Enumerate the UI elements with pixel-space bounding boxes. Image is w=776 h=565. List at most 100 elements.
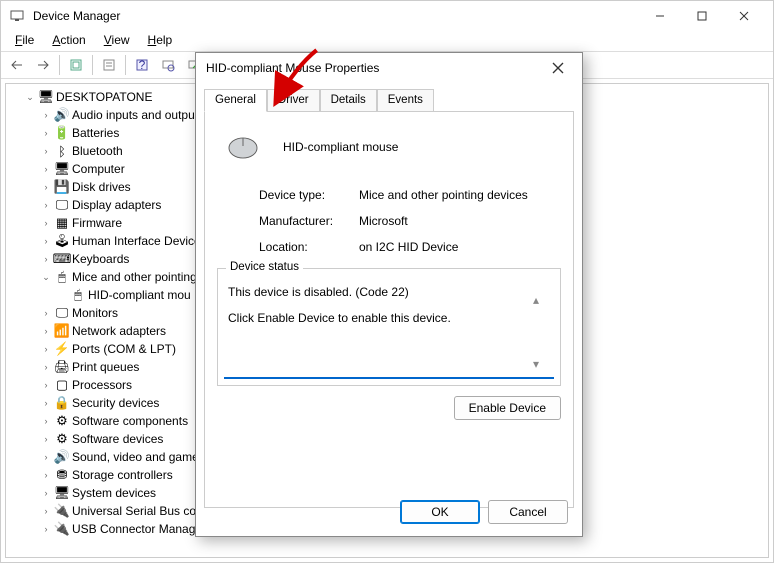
chevron-icon[interactable]: › — [40, 505, 52, 517]
tree-label: Security devices — [72, 396, 159, 410]
show-hidden-button[interactable] — [64, 53, 88, 77]
chevron-icon[interactable]: › — [40, 109, 52, 121]
chevron-icon[interactable]: › — [40, 127, 52, 139]
menu-help[interactable]: Help — [140, 31, 181, 51]
chevron-icon[interactable]: › — [40, 433, 52, 445]
device-type-label: Device type: — [259, 188, 359, 202]
chevron-icon[interactable]: › — [40, 199, 52, 211]
chevron-icon[interactable]: › — [40, 451, 52, 463]
tree-label: Print queues — [72, 360, 139, 374]
tree-label: Human Interface Device — [72, 234, 201, 248]
chevron-icon[interactable]: › — [40, 163, 52, 175]
chevron-icon[interactable]: › — [40, 343, 52, 355]
category-icon: 🕹 — [54, 233, 70, 249]
dialog-title: HID-compliant Mouse Properties — [206, 61, 379, 75]
properties-dialog: HID-compliant Mouse Properties GeneralDr… — [195, 52, 583, 537]
chevron-icon[interactable]: ⌄ — [40, 271, 52, 283]
chevron-icon[interactable]: › — [40, 307, 52, 319]
tab-driver[interactable]: Driver — [267, 89, 320, 112]
chevron-icon[interactable]: › — [40, 469, 52, 481]
menu-action[interactable]: Action — [44, 31, 93, 51]
category-icon: ▦ — [54, 215, 70, 231]
device-type-value: Mice and other pointing devices — [359, 188, 528, 202]
tree-label: Ports (COM & LPT) — [72, 342, 176, 356]
chevron-icon[interactable]: › — [40, 217, 52, 229]
category-icon: 🖥 — [54, 485, 70, 501]
chevron-icon[interactable]: › — [40, 325, 52, 337]
chevron-icon[interactable]: › — [40, 181, 52, 193]
category-icon: 💾 — [54, 179, 70, 195]
mouse-icon: 🖱 — [70, 287, 86, 303]
device-status-legend: Device status — [226, 261, 303, 273]
chevron-icon[interactable]: › — [40, 397, 52, 409]
tree-label: Mice and other pointing — [72, 270, 197, 284]
chevron-icon[interactable]: › — [40, 415, 52, 427]
category-icon: 🖨 — [54, 359, 70, 375]
tree-label: Network adapters — [72, 324, 166, 338]
tab-panel-general: HID-compliant mouse Device type: Mice an… — [204, 111, 574, 508]
chevron-icon[interactable]: › — [40, 253, 52, 265]
tree-label: Computer — [72, 162, 125, 176]
tree-label: Keyboards — [72, 252, 129, 266]
scan-button[interactable] — [156, 53, 180, 77]
tree-label: Display adapters — [72, 198, 161, 212]
chevron-icon[interactable]: › — [40, 361, 52, 373]
properties-button[interactable] — [97, 53, 121, 77]
category-icon: 🖵 — [54, 305, 70, 321]
minimize-button[interactable] — [639, 2, 681, 30]
chevron-icon[interactable]: › — [40, 235, 52, 247]
mouse-icon — [223, 130, 263, 164]
category-icon: ᛒ — [54, 143, 70, 159]
tree-root-label: DESKTOPATONE — [56, 90, 152, 104]
tree-label: Software components — [72, 414, 188, 428]
category-icon: 🔌 — [54, 503, 70, 519]
dialog-titlebar: HID-compliant Mouse Properties — [196, 53, 582, 83]
location-value: on I2C HID Device — [359, 240, 458, 254]
category-icon: ▢ — [54, 377, 70, 393]
tree-label: Disk drives — [72, 180, 131, 194]
enable-device-button[interactable]: Enable Device — [454, 396, 561, 420]
menu-view[interactable]: View — [96, 31, 138, 51]
tree-label: HID-compliant mou — [88, 288, 191, 302]
close-button[interactable] — [723, 2, 765, 30]
back-button[interactable] — [5, 53, 29, 77]
category-icon: 🔊 — [54, 107, 70, 123]
category-icon: 🔋 — [54, 125, 70, 141]
tab-events[interactable]: Events — [377, 89, 434, 112]
menubar: FileActionViewHelp — [1, 31, 773, 51]
window-title: Device Manager — [33, 9, 120, 23]
device-status-text[interactable]: This device is disabled. (Code 22) Click… — [224, 279, 554, 379]
manufacturer-value: Microsoft — [359, 214, 408, 228]
chevron-icon[interactable]: › — [40, 379, 52, 391]
tree-label: Sound, video and game — [72, 450, 199, 464]
computer-icon: 🖥 — [38, 89, 54, 105]
maximize-button[interactable] — [681, 2, 723, 30]
chevron-icon[interactable]: › — [40, 145, 52, 157]
ok-button[interactable]: OK — [400, 500, 480, 524]
device-name: HID-compliant mouse — [283, 140, 398, 154]
app-icon — [9, 8, 25, 24]
dialog-close-button[interactable] — [544, 54, 572, 82]
chevron-icon[interactable]: › — [40, 523, 52, 535]
category-icon: 🔌 — [54, 521, 70, 537]
tab-details[interactable]: Details — [320, 89, 377, 112]
tree-label: Audio inputs and outpu — [72, 108, 195, 122]
chevron-down-icon[interactable]: ⌄ — [24, 91, 36, 103]
chevron-icon[interactable]: › — [40, 487, 52, 499]
help-button[interactable]: ? — [130, 53, 154, 77]
category-icon: ⚙ — [54, 431, 70, 447]
device-status-group: Device status This device is disabled. (… — [217, 268, 561, 386]
cancel-button[interactable]: Cancel — [488, 500, 568, 524]
tree-label: USB Connector Managers — [72, 522, 212, 536]
forward-button[interactable] — [31, 53, 55, 77]
location-label: Location: — [259, 240, 359, 254]
category-icon: ⛃ — [54, 467, 70, 483]
category-icon: ⌨ — [54, 251, 70, 267]
category-icon: 🖥 — [54, 161, 70, 177]
titlebar: Device Manager — [1, 1, 773, 31]
tab-general[interactable]: General — [204, 89, 267, 112]
status-scrollbar[interactable]: ▴▾ — [533, 293, 547, 371]
category-icon: 📶 — [54, 323, 70, 339]
menu-file[interactable]: File — [7, 31, 42, 51]
category-icon: 🔊 — [54, 449, 70, 465]
